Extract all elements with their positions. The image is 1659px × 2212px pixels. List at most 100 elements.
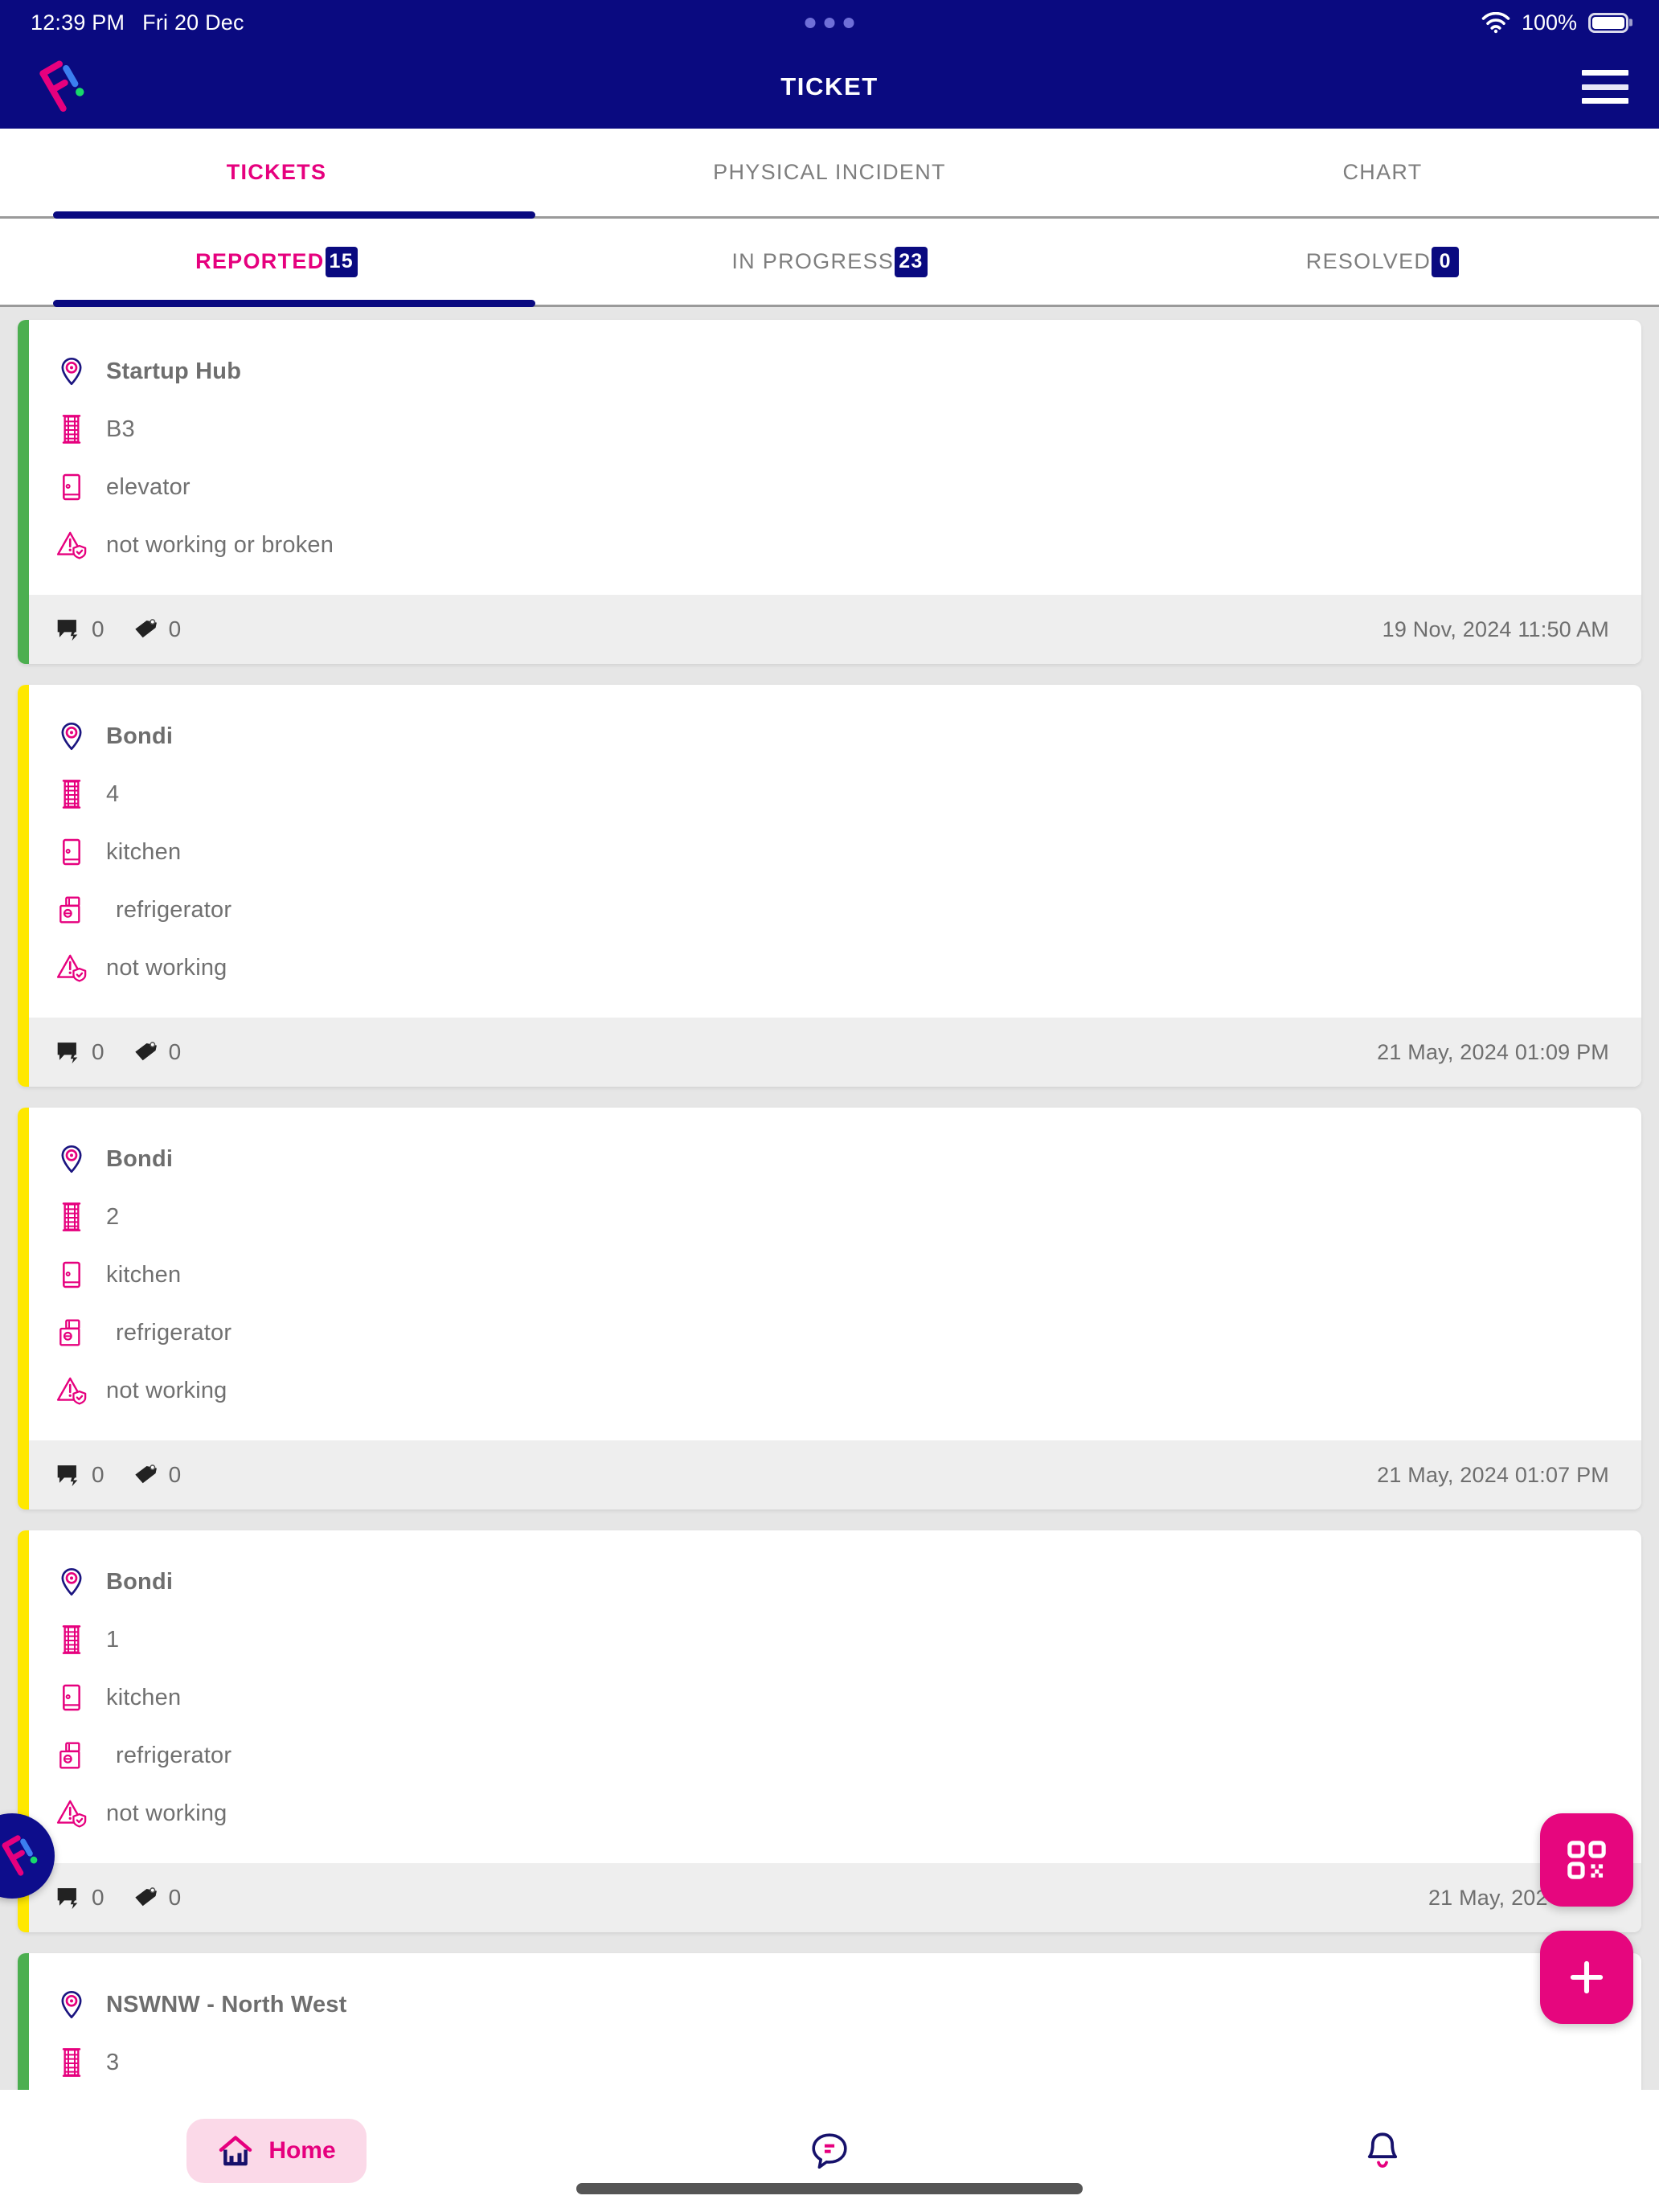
ticket-card-body: Bondi 2 kitchen refrigerator not working — [18, 1108, 1641, 1440]
status-bar-left: 12:39 PM Fri 20 Dec — [31, 10, 244, 35]
ticket-asset: refrigerator — [116, 896, 232, 923]
ticket-tags[interactable]: 0 — [132, 1038, 181, 1066]
refrigerator-icon — [55, 893, 88, 927]
ticket-date: 21 May, 2024 01:09 PM — [1377, 1039, 1609, 1064]
refrigerator-icon — [55, 1316, 88, 1350]
ticket-card-footer: 0 0 21 May, 2024 01:07 PM — [18, 1440, 1641, 1509]
ticket-comments[interactable]: 0 — [55, 1884, 104, 1911]
secondary-tab-indicator — [53, 300, 535, 307]
qr-scan-button[interactable] — [1540, 1813, 1633, 1907]
ticket-tags[interactable]: 0 — [132, 616, 181, 643]
home-indicator — [576, 2183, 1083, 2194]
plus-icon — [1570, 1960, 1604, 1994]
comment-bubble-icon — [57, 1043, 78, 1064]
door-room-icon — [55, 1681, 88, 1714]
ticket-comments[interactable]: 0 — [55, 1038, 104, 1066]
nav-item-home[interactable]: Home — [0, 2119, 553, 2183]
page-title: TICKET — [780, 72, 879, 100]
ticket-floor: 3 — [106, 2049, 120, 2075]
ticket-tags-count: 0 — [168, 1462, 182, 1487]
home-icon — [219, 2136, 252, 2166]
ticket-asset-row: refrigerator — [55, 881, 1641, 939]
comment-bubble-icon — [57, 1888, 78, 1910]
ticket-card-body: Bondi 1 kitchen refrigerator not working — [18, 1530, 1641, 1863]
wifi-icon — [1481, 11, 1510, 33]
ticket-room-row: elevator — [55, 458, 1641, 516]
ticket-room-row: kitchen — [55, 823, 1641, 881]
ticket-issue-row: not working — [55, 939, 1641, 997]
warning-shield-icon — [55, 528, 88, 562]
ticket-asset-row: refrigerator — [55, 1304, 1641, 1362]
door-room-icon — [63, 1261, 80, 1288]
refrigerator-icon — [59, 896, 80, 924]
comment-bubble-icon — [57, 620, 78, 641]
tab-chart[interactable]: CHART — [1106, 129, 1659, 216]
tag-icon — [134, 1464, 157, 1484]
location-pin-icon — [61, 358, 82, 385]
ticket-date: 19 Nov, 2024 11:50 AM — [1382, 616, 1609, 641]
tab-resolved[interactable]: RESOLVED 0 — [1106, 219, 1659, 305]
ticket-floor: 2 — [106, 1203, 120, 1230]
ticket-tags[interactable]: 0 — [132, 1461, 182, 1489]
ticket-metrics: 0 0 — [55, 1884, 181, 1911]
warning-shield-icon — [56, 1377, 87, 1405]
ticket-card[interactable]: Bondi 2 kitchen refrigerator not working… — [18, 1108, 1641, 1509]
tab-resolved-count: 0 — [1432, 246, 1460, 277]
ticket-date: 21 May, 2024 01:07 PM — [1377, 1462, 1609, 1487]
tab-tickets[interactable]: TICKETS — [0, 129, 553, 216]
ticket-floor-row: 2 — [55, 1188, 1641, 1246]
app-bar: TICKET — [0, 45, 1659, 129]
app-screen: 12:39 PM Fri 20 Dec 100% TICKET TICKETS … — [0, 0, 1659, 2212]
tab-physical-incident-label: PHYSICAL INCIDENT — [713, 160, 946, 184]
nav-home-label: Home — [268, 2137, 336, 2164]
bell-notification-icon — [1367, 2132, 1398, 2168]
ticket-room: kitchen — [106, 838, 182, 865]
refrigerator-icon — [59, 1742, 80, 1769]
ticket-card[interactable]: NSWNW - North West 3 — [18, 1953, 1641, 2090]
door-room-icon — [55, 1258, 88, 1292]
ladder-floor-icon — [62, 2048, 81, 2077]
ticket-card[interactable]: Startup Hub B3 elevator not working or b… — [18, 320, 1641, 664]
ladder-floor-icon — [55, 1623, 88, 1657]
tab-reported[interactable]: REPORTED 15 — [0, 219, 553, 305]
ticket-card[interactable]: Bondi 1 kitchen refrigerator not working… — [18, 1530, 1641, 1932]
nav-item-chat[interactable] — [553, 2129, 1106, 2173]
location-pin-icon — [61, 1145, 82, 1173]
status-date: Fri 20 Dec — [142, 10, 244, 35]
warning-shield-icon — [55, 1796, 88, 1830]
ticket-floor-row: 4 — [55, 765, 1641, 823]
location-pin-icon — [55, 1988, 88, 2022]
location-pin-icon — [61, 1568, 82, 1596]
tab-chart-label: CHART — [1342, 160, 1423, 184]
status-bar: 12:39 PM Fri 20 Dec 100% — [0, 0, 1659, 45]
tag-icon — [134, 619, 157, 638]
ticket-tags[interactable]: 0 — [132, 1884, 181, 1911]
ticket-list[interactable]: Startup Hub B3 elevator not working or b… — [0, 307, 1659, 2090]
app-logo-fab-glyph — [2, 1835, 38, 1876]
ticket-comments[interactable]: 0 — [55, 616, 104, 643]
primary-tab-indicator — [53, 211, 535, 219]
ticket-priority-stripe — [18, 320, 29, 664]
ticket-card[interactable]: Bondi 4 kitchen refrigerator not working… — [18, 685, 1641, 1087]
ticket-location: Startup Hub — [106, 358, 242, 384]
ticket-card-body: Bondi 4 kitchen refrigerator not working — [18, 685, 1641, 1018]
ticket-asset: refrigerator — [116, 1319, 232, 1346]
add-ticket-button[interactable] — [1540, 1931, 1633, 2024]
ticket-card-body: Startup Hub B3 elevator not working or b… — [18, 320, 1641, 595]
ticket-floor: 1 — [106, 1626, 120, 1653]
ticket-floor-row: 1 — [55, 1611, 1641, 1669]
ticket-comments[interactable]: 0 — [55, 1461, 104, 1489]
chat-bubble-icon — [812, 2133, 847, 2169]
qr-scan-icon — [1567, 1841, 1606, 1879]
ticket-card-body: NSWNW - North West 3 — [18, 1953, 1641, 2090]
hamburger-menu-icon[interactable] — [1582, 70, 1628, 104]
ticket-comments-count: 0 — [92, 1885, 104, 1910]
ticket-issue: not working — [106, 954, 227, 981]
ladder-floor-icon — [55, 777, 88, 811]
tab-in-progress[interactable]: IN PROGRESS 23 — [553, 219, 1106, 305]
nav-item-notifications[interactable] — [1106, 2129, 1659, 2173]
warning-shield-icon — [56, 1800, 87, 1828]
door-room-icon — [63, 838, 80, 866]
tab-physical-incident[interactable]: PHYSICAL INCIDENT — [553, 129, 1106, 216]
ticket-location-row: Startup Hub — [55, 342, 1641, 400]
